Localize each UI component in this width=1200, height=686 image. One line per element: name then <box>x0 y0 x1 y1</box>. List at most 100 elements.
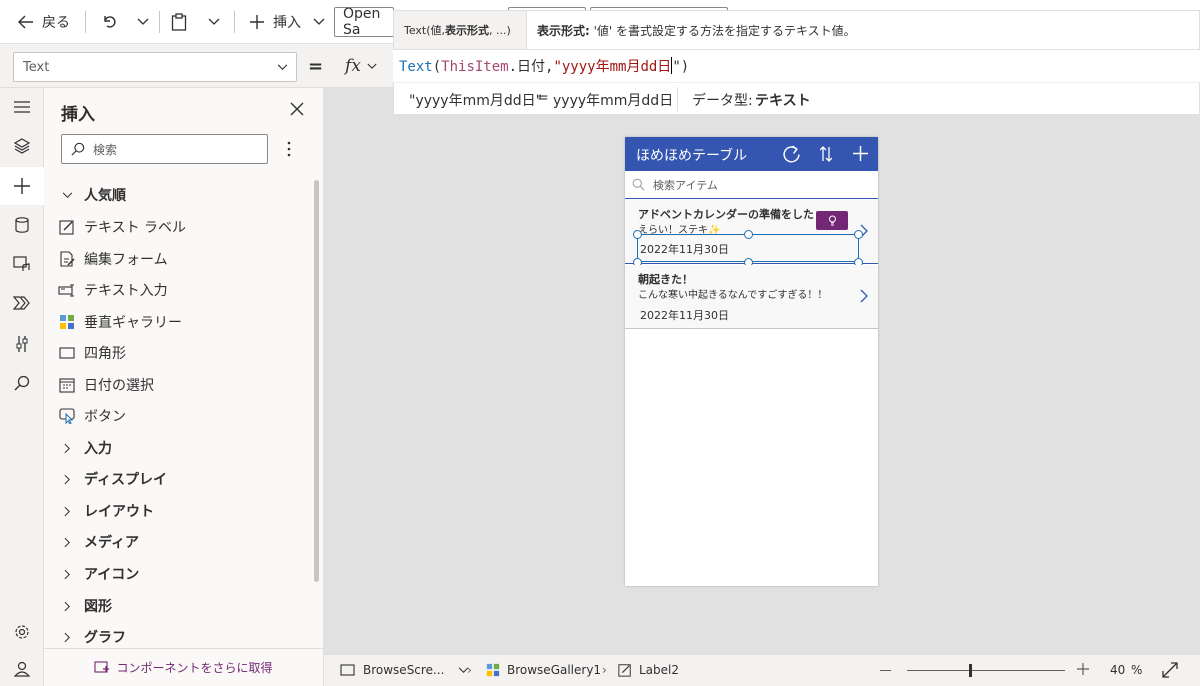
item-chevron[interactable] <box>860 289 868 303</box>
undo-button[interactable] <box>101 0 117 44</box>
screen-search-box[interactable]: 検索アイテム <box>625 171 878 199</box>
app-screen[interactable]: ほめほめテーブル 検索アイテム アドベントカレンダーの準備をした えらい！ステキ… <box>625 137 878 586</box>
chevron-down-icon <box>313 18 325 26</box>
zoom-out-button[interactable] <box>880 670 891 671</box>
toolbar-divider <box>159 11 160 33</box>
get-more-components-link[interactable]: コンポーネントをさらに取得 <box>44 648 323 686</box>
refresh-button[interactable] <box>782 145 801 164</box>
tools-icon <box>16 336 28 352</box>
insert-item-text-input[interactable]: テキスト入力 <box>58 277 168 303</box>
back-button[interactable]: 戻る <box>18 0 70 44</box>
fit-to-window-button[interactable] <box>1162 662 1178 678</box>
formula-string: "yyyy年mm月dd日 <box>553 59 672 75</box>
virtual-agent-button[interactable] <box>9 656 35 682</box>
undo-icon <box>104 16 116 28</box>
add-item-button[interactable] <box>853 146 868 161</box>
insert-item-button[interactable]: ボタン <box>58 403 126 429</box>
media-button[interactable] <box>9 251 35 277</box>
paste-button[interactable] <box>171 0 187 44</box>
formula-object: ThisItem <box>441 59 509 75</box>
advanced-tools-button[interactable] <box>9 331 35 357</box>
fx-icon: fx <box>345 56 361 76</box>
resize-handle[interactable] <box>633 230 642 239</box>
breadcrumb-separator: › <box>602 663 607 677</box>
status-bar: BrowseScre... › BrowseGallery1 › Label2 … <box>324 654 1200 686</box>
resize-handle[interactable] <box>854 230 863 239</box>
category-layout[interactable]: レイアウト <box>58 498 154 524</box>
pane-search-input[interactable]: 検索 <box>61 134 268 164</box>
refresh-icon <box>783 145 800 163</box>
plus-icon <box>1077 663 1089 675</box>
fx-button[interactable]: fx <box>335 50 387 82</box>
text-label-icon <box>618 664 631 677</box>
zoom-slider-track[interactable] <box>907 670 1065 671</box>
resize-handle[interactable] <box>744 230 753 239</box>
gallery-breadcrumb[interactable]: BrowseGallery1 <box>486 663 601 677</box>
plus-icon <box>14 178 30 194</box>
insert-button[interactable]: 挿入 <box>250 0 325 44</box>
item-action-button[interactable] <box>816 211 848 230</box>
zoom-level: 40 <box>1110 663 1126 677</box>
insert-item-text-label[interactable]: テキスト ラベル <box>58 214 186 240</box>
category-input[interactable]: 入力 <box>58 435 112 461</box>
category-charts[interactable]: グラフ <box>58 624 126 650</box>
data-button[interactable] <box>9 212 35 238</box>
paste-dropdown[interactable] <box>208 0 220 44</box>
item-date: 2022年11月30日 <box>640 243 729 256</box>
power-automate-button[interactable] <box>9 290 35 316</box>
result-expression: "yyyy年mm月dd日" <box>409 93 543 109</box>
category-media[interactable]: メディア <box>58 529 139 555</box>
tree-view-button[interactable] <box>9 133 35 159</box>
zoom-slider-thumb[interactable] <box>969 664 973 677</box>
property-select[interactable]: Text <box>13 52 297 82</box>
insert-rail-button[interactable] <box>9 173 35 199</box>
result-value: yyyy年mm月dd日 <box>553 93 674 109</box>
chevron-right-icon <box>860 289 868 303</box>
formula-function: Text <box>399 59 433 75</box>
text-input-icon <box>58 281 76 299</box>
gallery-item[interactable]: 朝起きた！ こんな寒い中起きるなんですごすぎる！！ 2022年11月30日 <box>625 265 878 329</box>
label-breadcrumb[interactable]: Label2 <box>618 663 679 677</box>
category-icons[interactable]: アイコン <box>58 561 139 587</box>
layers-icon <box>14 138 30 154</box>
chevron-right-icon <box>58 470 76 488</box>
more-options-button[interactable] <box>287 141 291 157</box>
toolbar-divider <box>85 11 86 33</box>
search-rail-button[interactable] <box>9 370 35 396</box>
font-select[interactable]: Open Sa <box>334 6 394 38</box>
plus-icon <box>250 15 264 29</box>
category-popular[interactable]: 人気順 <box>58 182 126 208</box>
formula-text[interactable]: Text(ThisItem.日付,"yyyy年mm月dd日") <box>399 56 689 76</box>
media-icon <box>13 256 30 271</box>
search-icon <box>71 142 85 156</box>
chevron-down-icon <box>367 63 377 69</box>
insert-item-date-picker[interactable]: 日付の選択 <box>58 372 154 398</box>
chevron-right-icon <box>58 533 76 551</box>
category-display[interactable]: ディスプレイ <box>58 466 167 492</box>
function-tooltip: Text(値, 表示形式, ...) 表示形式: '値' を書式設定する方法を指… <box>393 10 1200 50</box>
screen-breadcrumb[interactable]: BrowseScre... <box>340 663 469 677</box>
text-label-icon <box>58 218 76 236</box>
search-icon <box>632 178 645 191</box>
insert-item-vertical-gallery[interactable]: 垂直ギャラリー <box>58 309 182 335</box>
undo-dropdown[interactable] <box>137 0 149 44</box>
back-label: 戻る <box>42 15 70 31</box>
sort-button[interactable] <box>820 146 832 162</box>
formula-result-bar: "yyyy年mm月dd日" = yyyy年mm月dd日 データ型: テキスト <box>393 82 1200 115</box>
insert-item-rectangle[interactable]: 四角形 <box>58 340 126 366</box>
zoom-in-button[interactable] <box>1077 663 1089 675</box>
search-icon <box>14 375 30 391</box>
rectangle-icon <box>58 344 76 362</box>
settings-button[interactable] <box>9 619 35 645</box>
edit-form-icon <box>58 250 76 268</box>
pane-scrollbar[interactable] <box>314 180 319 582</box>
category-shapes[interactable]: 図形 <box>58 593 112 619</box>
flow-icon <box>13 296 30 310</box>
expand-icon <box>1162 662 1178 678</box>
menu-button[interactable] <box>9 94 35 120</box>
insert-item-edit-form[interactable]: 編集フォーム <box>58 246 168 272</box>
close-pane-button[interactable] <box>290 102 304 116</box>
data-type-value: テキスト <box>755 93 811 109</box>
insert-label: 挿入 <box>273 15 301 31</box>
gallery-item[interactable]: アドベントカレンダーの準備をした えらい！ステキ✨ 2022年11月30日 <box>625 200 878 267</box>
